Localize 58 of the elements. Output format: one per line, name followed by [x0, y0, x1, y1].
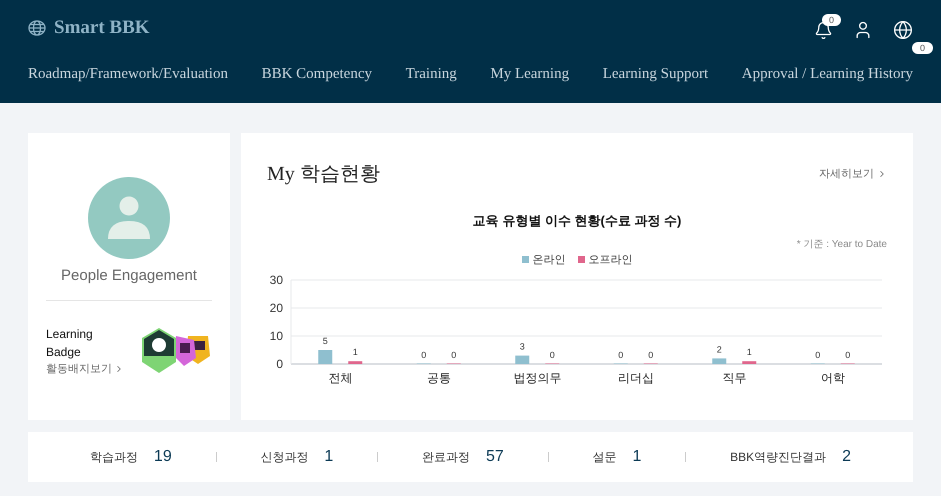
badge-view-link[interactable]: 활동배지보기: [46, 360, 124, 377]
stat-value: 1: [324, 447, 334, 467]
logo-text[interactable]: Smart BBK: [54, 14, 150, 42]
legend-label: 온라인: [532, 252, 566, 268]
bar: [742, 361, 756, 364]
avatar-placeholder-icon: [88, 177, 170, 259]
profile-name: People Engagement: [61, 266, 197, 286]
data-label: 0: [550, 350, 555, 360]
stat-value: 19: [154, 447, 172, 467]
learning-badge-title: Learning Badge: [46, 326, 94, 360]
data-label: 0: [618, 350, 624, 360]
stat-label: 설문: [592, 449, 616, 466]
bar: [348, 361, 362, 364]
data-label: 0: [421, 350, 426, 360]
data-label: 1: [746, 347, 752, 358]
x-category-label: 어학: [820, 371, 845, 385]
nav-menu-item[interactable]: BBK Competency: [262, 66, 372, 82]
nav-menu-item[interactable]: My Learning: [490, 66, 570, 82]
x-category-label: 공통: [426, 371, 451, 385]
nav-menu-item[interactable]: Training: [406, 66, 457, 82]
data-label: 3: [520, 342, 525, 352]
x-category-label: 직무: [722, 371, 746, 385]
data-label: 0: [451, 350, 456, 360]
x-category-label: 전체: [328, 371, 352, 385]
data-label: 0: [845, 350, 850, 360]
bar: [515, 356, 530, 364]
stat-value: 1: [632, 447, 642, 467]
count-badge: 0: [912, 42, 933, 54]
y-tick-label: 20: [270, 301, 283, 315]
y-tick-label: 30: [270, 273, 283, 287]
notification-count-badge: 0: [822, 14, 842, 26]
y-tick-label: 0: [276, 357, 283, 371]
stat-value: 2: [842, 447, 851, 467]
more-details-link[interactable]: 자세히보기: [819, 166, 887, 182]
bar: [318, 350, 332, 364]
chart-title: 교육 유형별 이수 현황(수료 과정 수): [472, 212, 682, 230]
section-title: My 학습현황: [267, 162, 380, 187]
stat-label: 학습과정: [90, 449, 138, 466]
nav-menu-item[interactable]: Learning Support: [602, 66, 708, 82]
data-label: 0: [815, 350, 820, 360]
legend-label: 오프라인: [588, 252, 632, 268]
stat-label: 신청과정: [260, 449, 308, 466]
basis-note: * 기준 : Year to Date: [796, 238, 887, 252]
data-label: 2: [716, 344, 722, 354]
nav-menu-item[interactable]: Roadmap/Framework/Evaluation: [28, 66, 228, 82]
nav-menu-item[interactable]: Approval / Learning History: [742, 66, 913, 82]
globe-logo-icon: [28, 20, 46, 36]
language-globe-icon[interactable]: [893, 20, 913, 40]
y-tick-label: 10: [270, 329, 283, 343]
x-category-label: 리더십: [618, 371, 654, 385]
bar: [712, 358, 726, 364]
stat-value: 57: [486, 447, 504, 467]
data-label: 1: [352, 347, 358, 358]
data-label: 5: [322, 336, 328, 346]
stat-label: BBK역량진단결과: [730, 449, 826, 466]
data-label: 0: [648, 350, 654, 360]
stat-label: 완료과정: [422, 449, 470, 466]
x-category-label: 법정의무: [513, 371, 562, 385]
